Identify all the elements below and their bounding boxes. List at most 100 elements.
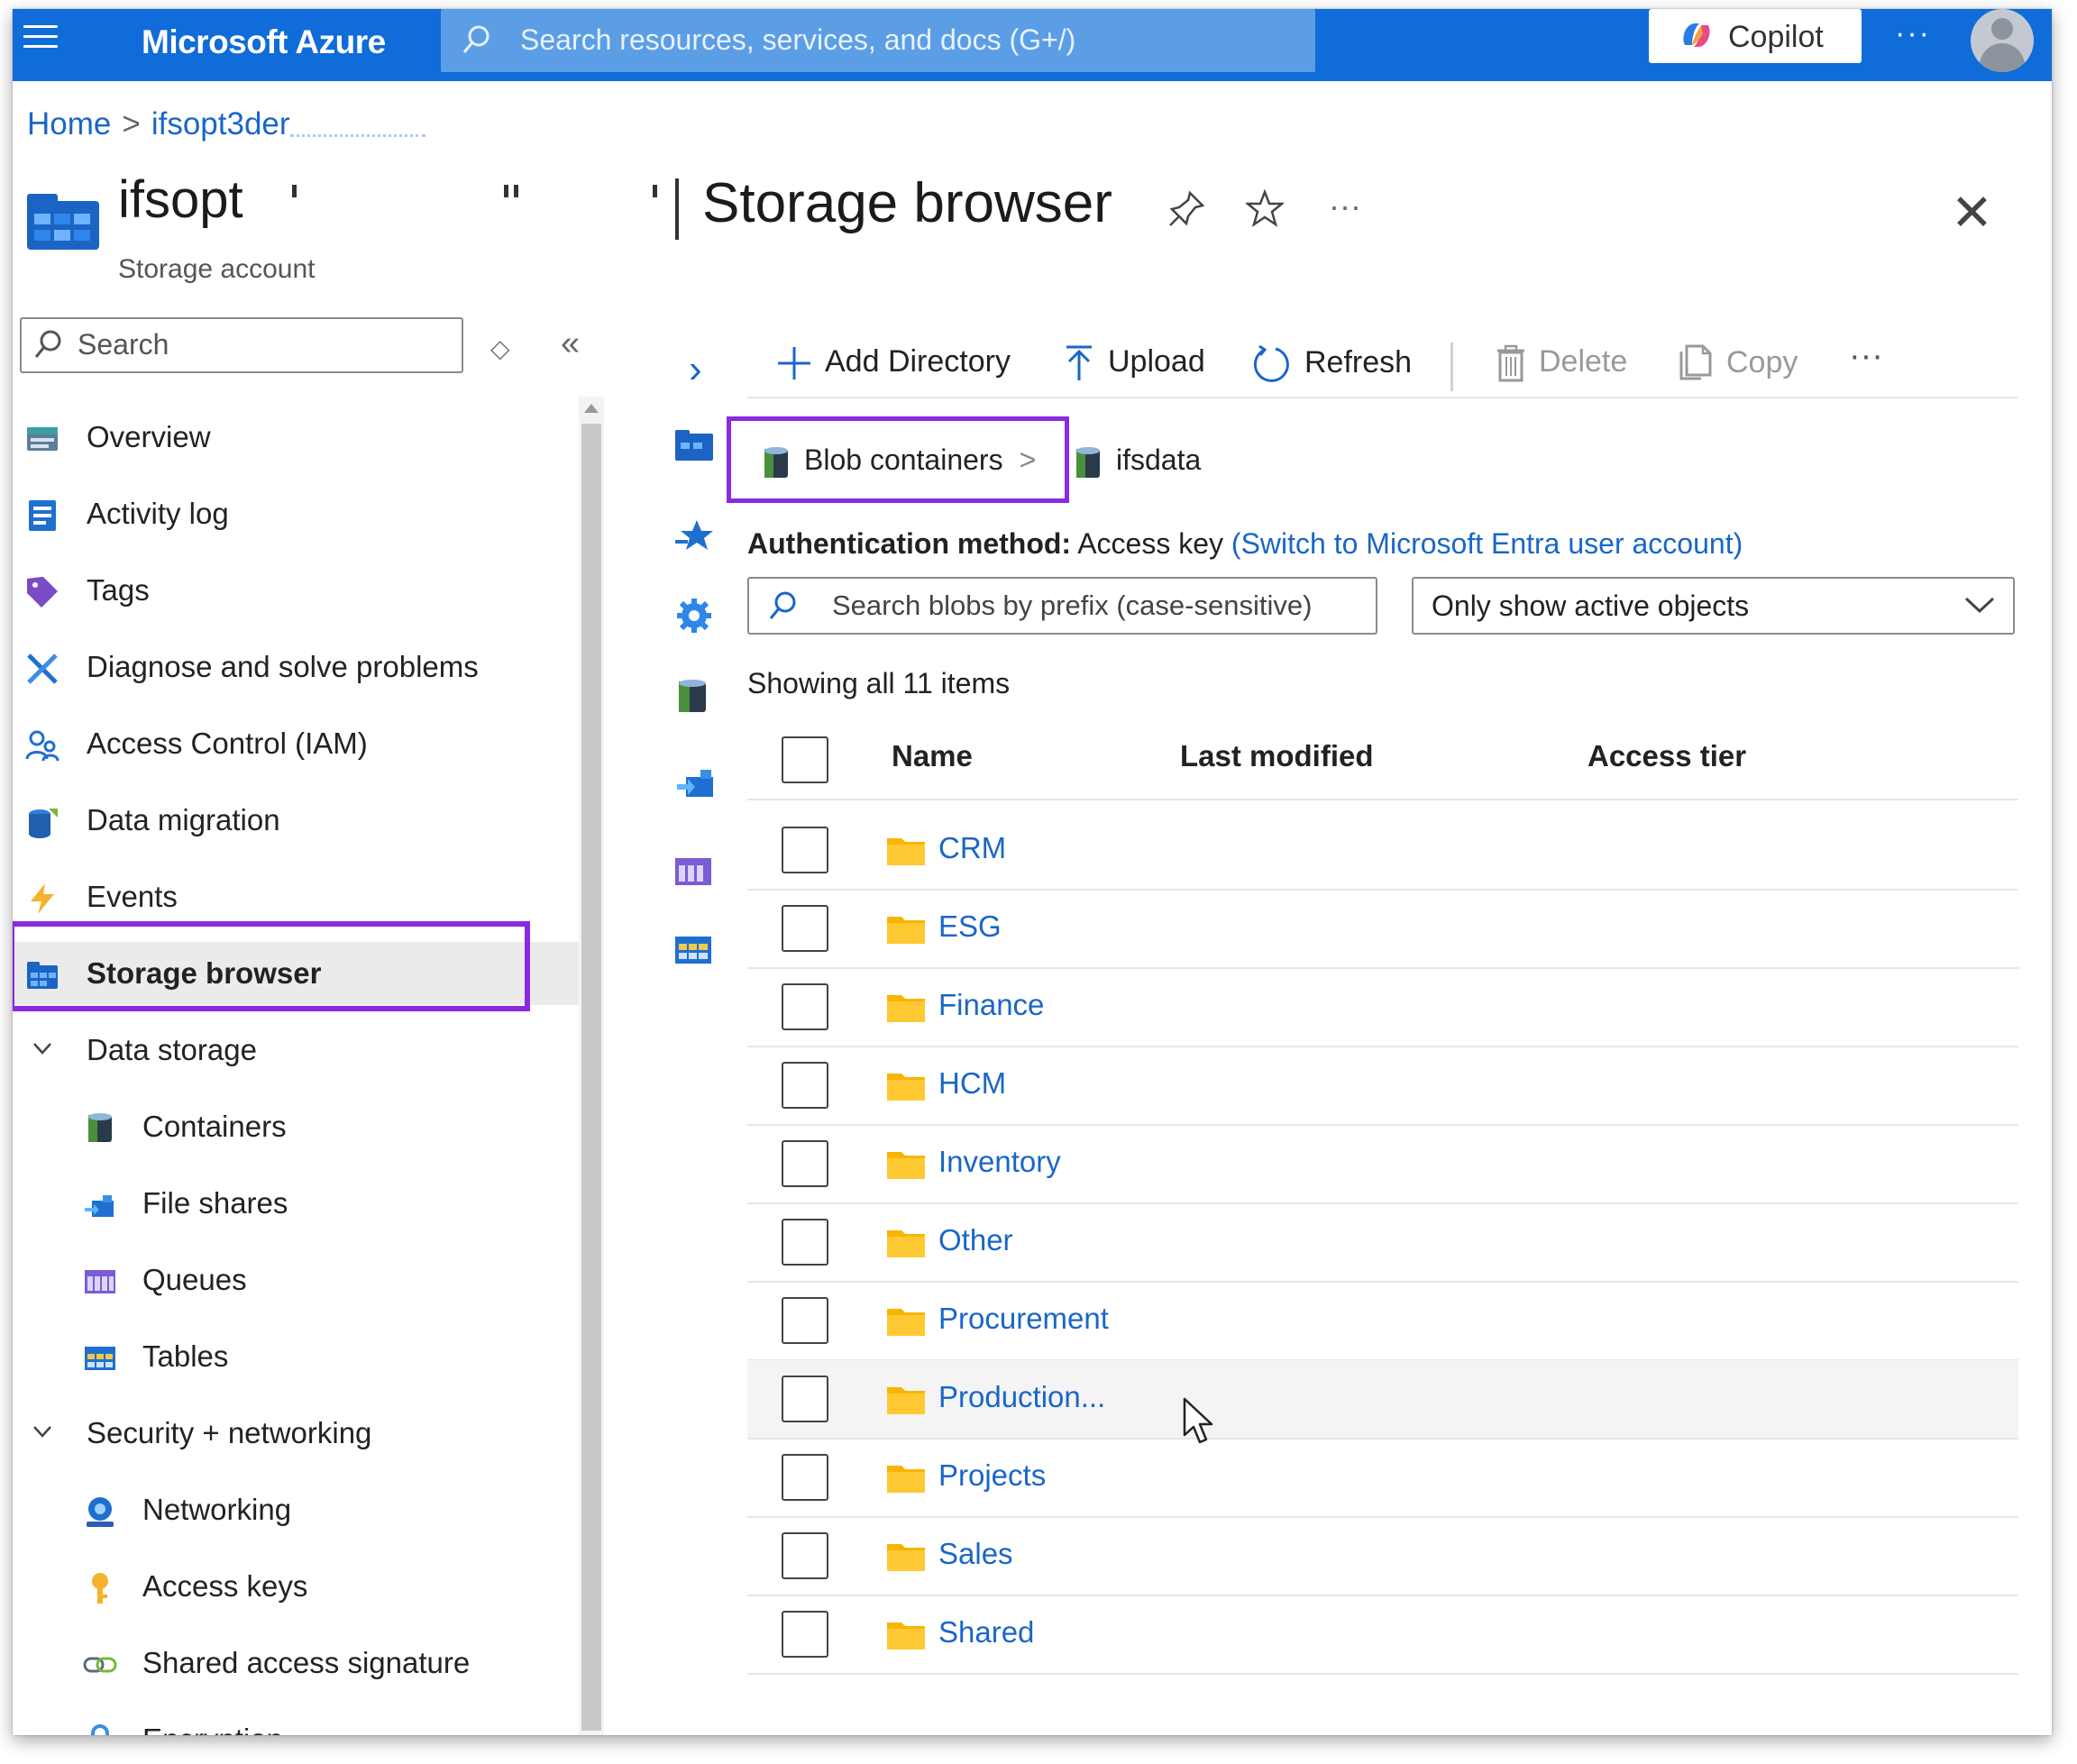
folder-name[interactable]: CRM — [938, 831, 1006, 865]
menu-icon[interactable] — [23, 25, 58, 52]
table-row[interactable]: Projects — [747, 1439, 2018, 1518]
sort-icon[interactable]: ◇ — [490, 334, 510, 363]
row-checkbox[interactable] — [782, 1532, 828, 1579]
row-checkbox[interactable] — [782, 905, 828, 952]
nav-item-tables[interactable]: Tables — [13, 1325, 581, 1388]
copilot-button[interactable]: Copilot — [1649, 9, 1862, 63]
nav-item-iam[interactable]: Access Control (IAM) — [13, 712, 581, 775]
table-row[interactable]: CRM — [747, 811, 2018, 891]
copy-button[interactable]: Copy — [1678, 344, 1798, 384]
more-options-icon[interactable]: ··· — [1895, 16, 1931, 51]
nav-item-activity-log[interactable]: Activity log — [13, 482, 581, 545]
nav-item-sas[interactable]: Shared access signature — [13, 1631, 581, 1695]
delete-button[interactable]: Delete — [1496, 344, 1627, 382]
row-checkbox[interactable] — [782, 1297, 828, 1344]
folder-name[interactable]: Other — [938, 1223, 1013, 1257]
table-row[interactable]: Inventory — [747, 1125, 2018, 1204]
table-row[interactable]: HCM — [747, 1047, 2018, 1126]
row-checkbox[interactable] — [782, 1454, 828, 1501]
iam-icon — [25, 730, 59, 762]
row-checkbox[interactable] — [782, 983, 828, 1030]
row-checkbox[interactable] — [782, 827, 828, 873]
nav-group-security[interactable]: Security + networking — [13, 1402, 581, 1465]
favorites-star-icon[interactable] — [675, 518, 715, 553]
star-icon[interactable] — [1246, 189, 1284, 227]
table-row[interactable]: Production... — [747, 1360, 2018, 1440]
table-row[interactable]: Procurement — [747, 1282, 2018, 1361]
breadcrumb-resource[interactable]: ifsopt3der — [151, 106, 290, 142]
nav-scrollbar[interactable] — [579, 397, 604, 1735]
folder-name[interactable]: Procurement — [938, 1302, 1109, 1336]
blurred-text — [289, 114, 425, 138]
expand-tree-icon[interactable]: › — [689, 347, 702, 392]
nav-search-input[interactable]: Search — [20, 317, 463, 373]
refresh-button[interactable]: Refresh — [1252, 344, 1412, 384]
row-checkbox[interactable] — [782, 1062, 828, 1109]
nav-item-encryption[interactable]: Encryption — [13, 1708, 581, 1735]
folder-name[interactable]: Production... — [938, 1380, 1105, 1414]
row-checkbox[interactable] — [782, 1611, 828, 1658]
folder-name[interactable]: Shared — [938, 1615, 1034, 1650]
gear-icon[interactable] — [675, 597, 713, 635]
nav-item-label: Activity log — [87, 497, 229, 530]
folder-name[interactable]: HCM — [938, 1066, 1006, 1101]
row-checkbox[interactable] — [782, 1140, 828, 1187]
lock-icon — [91, 1724, 109, 1735]
switch-auth-link[interactable]: (Switch to Microsoft Entra user account) — [1231, 527, 1743, 560]
folder-name[interactable]: Projects — [938, 1458, 1046, 1493]
folder-name[interactable]: Finance — [938, 988, 1044, 1022]
upload-button[interactable]: Upload — [1063, 344, 1205, 382]
folder-name[interactable]: Sales — [938, 1537, 1013, 1571]
nav-group-data-storage[interactable]: Data storage — [13, 1019, 581, 1082]
tables-icon[interactable] — [675, 935, 711, 965]
active-objects-dropdown[interactable]: Only show active objects — [1412, 577, 2015, 635]
global-search-input[interactable]: Search resources, services, and docs (G+… — [441, 9, 1315, 72]
collapse-nav-icon[interactable]: « — [561, 324, 580, 363]
row-checkbox[interactable] — [782, 1376, 828, 1422]
table-row[interactable]: Other — [747, 1203, 2018, 1283]
nav-item-tags[interactable]: Tags — [13, 559, 581, 622]
nav-item-overview[interactable]: Overview — [13, 406, 581, 469]
nav-item-access-keys[interactable]: Access keys — [13, 1555, 581, 1618]
queues-icon[interactable] — [675, 856, 711, 887]
table-row[interactable]: ESG — [747, 890, 2018, 969]
avatar[interactable] — [1971, 9, 2034, 72]
toolbar-more-icon[interactable]: ··· — [1849, 337, 1883, 376]
nav-item-events[interactable]: Events — [13, 865, 581, 928]
folder-name[interactable]: Inventory — [938, 1145, 1061, 1179]
nav-item-label: Overview — [87, 420, 211, 453]
select-all-checkbox[interactable] — [782, 736, 828, 783]
file-shares-icon[interactable] — [675, 764, 715, 800]
nav-item-label: File shares — [142, 1186, 288, 1220]
nav-item-networking[interactable]: Networking — [13, 1478, 581, 1541]
nav-item-data-migration[interactable]: Data migration — [13, 789, 581, 852]
column-access-tier[interactable]: Access tier — [1587, 739, 1746, 773]
blob-search-input[interactable]: Search blobs by prefix (case-sensitive) — [747, 577, 1377, 635]
table-row[interactable]: Sales — [747, 1517, 2018, 1596]
close-icon[interactable]: ✕ — [1951, 187, 1993, 238]
column-name[interactable]: Name — [892, 739, 973, 773]
folder-name[interactable]: ESG — [938, 909, 1002, 944]
row-checkbox[interactable] — [782, 1219, 828, 1266]
copy-label: Copy — [1726, 344, 1798, 379]
add-directory-button[interactable]: Add Directory — [776, 344, 1011, 381]
nav-item-diagnose[interactable]: Diagnose and solve problems — [13, 635, 581, 699]
breadcrumb-home[interactable]: Home — [27, 106, 111, 142]
path-current[interactable]: ifsdata — [1075, 443, 1201, 480]
brand-title[interactable]: Microsoft Azure — [142, 23, 386, 61]
nav-item-queues[interactable]: Queues — [13, 1248, 581, 1312]
column-last-modified[interactable]: Last modified — [1180, 739, 1374, 773]
path-blob-containers[interactable]: Blob containers > — [763, 443, 1036, 480]
storage-browser-icon[interactable] — [675, 428, 713, 461]
table-row[interactable]: Finance — [747, 968, 2018, 1047]
nav-item-containers[interactable]: Containers — [13, 1095, 581, 1158]
pin-icon[interactable] — [1168, 189, 1206, 227]
nav-item-label: Encryption — [142, 1723, 283, 1735]
header-more-icon[interactable]: ··· — [1329, 187, 1361, 225]
folder-icon — [887, 1622, 925, 1650]
nav-item-file-shares[interactable]: File shares — [13, 1172, 581, 1235]
tag-icon — [27, 577, 58, 608]
table-row[interactable]: Shared — [747, 1595, 2018, 1675]
containers-icon[interactable] — [675, 678, 709, 716]
page-title: Storage browser — [702, 172, 1112, 234]
